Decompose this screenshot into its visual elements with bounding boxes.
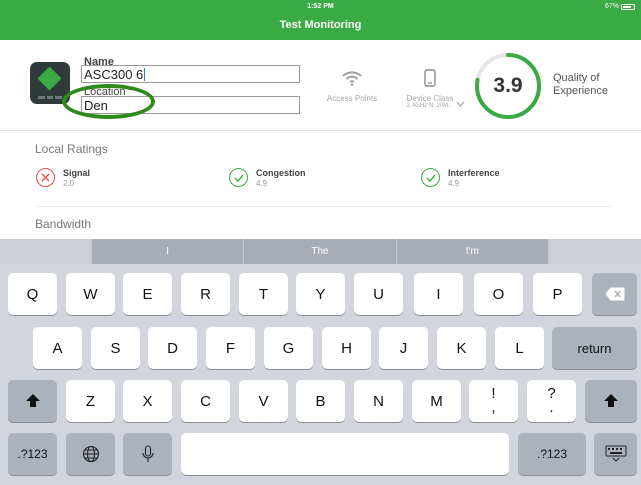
name-input[interactable]: ASC300 6 [81,65,300,83]
shift-arrow-icon [604,394,618,407]
qoe-label-line2: Experience [553,85,609,97]
suggestion-spacer [548,239,641,264]
key-j[interactable]: J [379,327,428,369]
wifi-icon [318,68,386,88]
key-s[interactable]: S [91,327,140,369]
qoe-score: 3.9 [493,74,523,97]
backspace-icon [604,287,624,301]
rating-congestion[interactable]: Congestion 4.9 [229,168,306,188]
microphone-icon [141,445,154,462]
phone-icon [392,68,468,88]
local-ratings-title: Local Ratings [35,142,108,156]
shift-key-left[interactable] [8,380,57,422]
access-points-stat[interactable]: Access Points [318,68,386,103]
rating-name: Interference [448,168,500,178]
key-b[interactable]: B [296,380,345,422]
key-exclamation-comma[interactable]: !, [469,380,518,422]
key-m[interactable]: M [412,380,461,422]
qoe-label-line1: Quality of [553,72,600,84]
suggestion-2[interactable]: The [244,239,397,264]
battery-status: 67% [605,3,635,10]
key-n[interactable]: N [354,380,403,422]
shift-key-right[interactable] [585,380,637,422]
key-e[interactable]: E [123,273,172,315]
name-input-value: ASC300 6 [84,67,144,82]
check-circle-icon [229,168,248,187]
access-points-label: Access Points [326,94,378,103]
battery-icon [621,3,635,10]
battery-percent: 67% [604,3,619,10]
check-circle-icon [421,168,440,187]
rating-value: 2.0 [63,179,75,188]
key-r[interactable]: R [181,273,230,315]
key-k[interactable]: K [437,327,486,369]
suggestion-1[interactable]: I [92,239,245,264]
key-z[interactable]: Z [66,380,115,422]
dismiss-keyboard-key[interactable] [594,433,637,475]
bandwidth-title: Bandwidth [35,217,92,231]
key-u[interactable]: U [354,273,403,315]
globe-icon [82,445,99,463]
rating-name: Signal [63,168,91,178]
key-p[interactable]: P [533,273,582,315]
page-title: Test Monitoring [279,19,362,31]
suggestion-spacer [0,239,92,264]
rating-value: 4.9 [448,179,460,188]
suggestion-3[interactable]: I'm [396,239,549,264]
key-v[interactable]: V [239,380,288,422]
on-screen-keyboard: I The I'm Q W E R T Y U I O P A S D F G … [0,239,641,485]
rating-value: 4.9 [256,179,268,188]
key-o[interactable]: O [474,273,523,315]
local-ratings-section: Local Ratings Signal 2.0 Congestion 4.9 … [0,131,641,239]
numbers-key-right[interactable]: .?123 [518,433,586,475]
key-h[interactable]: H [322,327,371,369]
key-c[interactable]: C [181,380,230,422]
location-highlight-annotation [62,84,155,119]
key-y[interactable]: Y [296,273,345,315]
key-g[interactable]: G [264,327,313,369]
key-f[interactable]: F [206,327,255,369]
suggestion-bar: I The I'm [0,239,641,264]
backspace-key[interactable] [592,273,637,315]
globe-key[interactable] [66,433,115,475]
key-q[interactable]: Q [8,273,57,315]
status-time: 1:52 PM [307,3,334,10]
qoe-label: Quality of Experience [553,72,608,98]
key-bottom-char: , [491,399,496,416]
numbers-key-left[interactable]: .?123 [8,433,57,475]
space-bar[interactable] [181,433,509,475]
key-l[interactable]: L [495,327,544,369]
key-a[interactable]: A [33,327,82,369]
rating-name: Congestion [256,168,306,178]
key-i[interactable]: I [414,273,463,315]
shift-arrow-icon [25,394,40,407]
key-t[interactable]: T [239,273,288,315]
divider [35,206,613,207]
rating-interference[interactable]: Interference 4.9 [421,168,500,188]
key-d[interactable]: D [148,327,197,369]
dictation-key[interactable] [123,433,172,475]
rating-signal[interactable]: Signal 2.0 [36,168,90,188]
key-x[interactable]: X [123,380,172,422]
key-bottom-char: . [549,399,554,416]
key-w[interactable]: W [66,273,115,315]
key-question-period[interactable]: ?. [527,380,576,422]
keyboard-dismiss-icon [605,445,626,462]
text-cursor [144,68,146,81]
x-circle-icon [36,168,55,187]
chevron-down-icon[interactable] [456,94,465,107]
return-key[interactable]: return [552,327,637,369]
app-header: 1:52 PM Test Monitoring 67% [0,0,641,40]
